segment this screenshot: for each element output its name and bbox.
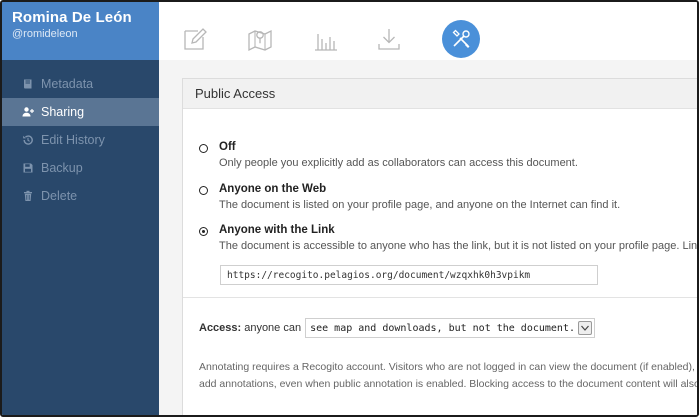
map-icon bbox=[248, 29, 272, 52]
footnote-line: add annotations, even when public annota… bbox=[199, 378, 699, 390]
radio-anyone-on-web[interactable] bbox=[199, 186, 208, 195]
access-row: Access: anyone can see map and downloads… bbox=[199, 318, 595, 338]
bar-chart-icon bbox=[315, 34, 337, 51]
option-description: The document is accessible to anyone who… bbox=[219, 240, 699, 252]
radio-anyone-with-link[interactable] bbox=[199, 227, 208, 236]
trash-icon bbox=[21, 189, 35, 203]
sidebar-item-label: Metadata bbox=[41, 77, 94, 91]
settings-tool-button[interactable] bbox=[442, 20, 480, 58]
option-description: Only people you explicitly add as collab… bbox=[219, 157, 578, 169]
floppy-disk-icon bbox=[21, 161, 35, 175]
sidebar-item-edit-history[interactable]: Edit History bbox=[2, 126, 159, 154]
access-label: Access: bbox=[199, 322, 242, 334]
sidebar-nav: Metadata Sharing Edit History Backup Del… bbox=[2, 70, 159, 210]
sidebar: Romina De León @romideleon Metadata Shar… bbox=[2, 2, 159, 415]
history-icon bbox=[21, 133, 35, 147]
option-label: Anyone on the Web bbox=[219, 183, 327, 195]
edit-icon bbox=[184, 28, 207, 50]
download-icon bbox=[378, 29, 400, 50]
panel-title: Public Access bbox=[183, 79, 697, 109]
chevron-down-icon[interactable] bbox=[578, 321, 592, 335]
access-label-rest: anyone can bbox=[244, 322, 302, 334]
footnote-line: Annotating requires a Recogito account. … bbox=[199, 361, 699, 373]
add-user-icon bbox=[21, 105, 35, 119]
option-label: Anyone with the Link bbox=[219, 224, 335, 236]
main-content: Public Access Off Only people you explic… bbox=[159, 60, 697, 415]
sidebar-item-backup[interactable]: Backup bbox=[2, 154, 159, 182]
share-link-field[interactable]: https://recogito.pelagios.org/document/w… bbox=[220, 265, 598, 285]
download-tool-button[interactable] bbox=[368, 18, 410, 60]
option-label: Off bbox=[219, 141, 236, 153]
book-icon bbox=[21, 77, 35, 91]
access-level-select[interactable]: see map and downloads, but not the docum… bbox=[305, 318, 595, 338]
footnote: Annotating requires a Recogito account. … bbox=[199, 359, 699, 393]
sidebar-item-label: Edit History bbox=[41, 133, 105, 147]
user-handle: @romideleon bbox=[12, 28, 78, 40]
user-name: Romina De León bbox=[12, 9, 132, 26]
divider bbox=[183, 297, 697, 298]
top-toolbar bbox=[159, 2, 697, 60]
sidebar-item-delete[interactable]: Delete bbox=[2, 182, 159, 210]
radio-off[interactable] bbox=[199, 144, 208, 153]
map-tool-button[interactable] bbox=[239, 18, 281, 60]
edit-tool-button[interactable] bbox=[174, 18, 216, 60]
sidebar-item-metadata[interactable]: Metadata bbox=[2, 70, 159, 98]
sidebar-item-label: Sharing bbox=[41, 105, 85, 119]
sidebar-item-label: Delete bbox=[41, 189, 78, 203]
option-description: The document is listed on your profile p… bbox=[219, 199, 621, 211]
sidebar-item-label: Backup bbox=[41, 161, 83, 175]
user-header[interactable]: Romina De León @romideleon bbox=[2, 2, 159, 60]
settings-tools-icon bbox=[452, 29, 470, 48]
stats-tool-button[interactable] bbox=[305, 18, 347, 60]
sidebar-item-sharing[interactable]: Sharing bbox=[2, 98, 159, 126]
access-level-value: see map and downloads, but not the docum… bbox=[310, 322, 575, 334]
app-window: Romina De León @romideleon Metadata Shar… bbox=[0, 0, 699, 417]
public-access-panel: Public Access Off Only people you explic… bbox=[182, 78, 699, 415]
